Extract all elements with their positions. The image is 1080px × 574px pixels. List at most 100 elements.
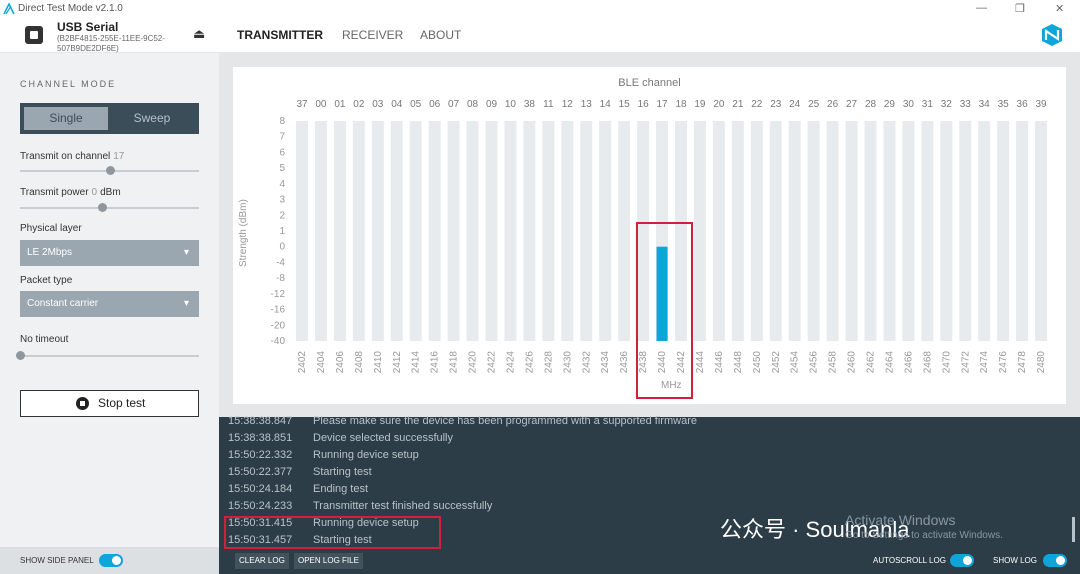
sweep-mode-button[interactable]: Sweep [110,107,194,130]
clear-log-button[interactable]: CLEAR LOG [235,553,289,569]
stop-test-button[interactable]: Stop test [20,390,199,417]
channel-bar-background [390,121,403,341]
frequency-tick-label: 2436 [619,351,630,374]
show-side-panel-toggle[interactable] [99,554,123,567]
transmit-channel-label: Transmit on channel 17 [20,151,124,162]
y-tick-label: 2 [279,210,285,221]
tab-receiver[interactable]: RECEIVER [342,28,403,42]
title-bar: Direct Test Mode v2.1.0 — ❐ ✕ [0,0,1080,18]
channel-bar-background [864,121,877,341]
y-tick-label: 5 [279,163,285,174]
transmit-channel-slider[interactable] [20,166,199,175]
channel-bar-background [485,121,498,341]
single-mode-button[interactable]: Single [24,107,108,130]
minimize-icon[interactable]: — [976,2,987,14]
app-logo-icon [3,3,15,15]
log-entry: 15:50:22.332 Running device setup [228,447,419,464]
channel-tick-label: 01 [334,99,346,110]
frequency-tick-label: 2432 [581,351,592,374]
log-timestamp: 15:50:22.377 [228,466,293,478]
channel-tick-label: 14 [600,99,612,110]
y-tick-label: -20 [271,320,286,331]
bottom-bar-left: SHOW SIDE PANEL [0,547,219,574]
channel-tick-label: 16 [638,99,650,110]
frequency-tick-label: 2468 [922,351,933,374]
channel-tick-label: 23 [770,99,782,110]
frequency-tick-label: 2480 [1036,351,1047,374]
channel-bar-background [296,121,308,341]
y-tick-label: -12 [271,289,286,300]
channel-bar-background [523,121,536,341]
channel-tick-label: 25 [808,99,820,110]
channel-bar-background [883,121,896,341]
timeout-label: No timeout [20,334,69,345]
frequency-tick-label: 2420 [468,351,479,374]
frequency-tick-label: 2472 [960,351,971,374]
y-tick-label: 6 [279,147,285,158]
channel-tick-label: 06 [429,99,441,110]
channel-tick-label: 04 [391,99,403,110]
transmit-power-slider[interactable] [20,203,199,212]
channel-tick-label: 07 [448,99,460,110]
transmit-power-handle[interactable] [98,203,108,212]
log-scrollbar[interactable] [1072,517,1075,542]
channel-tick-label: 38 [524,99,536,110]
frequency-tick-label: 2444 [695,351,706,374]
channel-tick-label: 27 [846,99,858,110]
autoscroll-log-toggle[interactable] [950,554,974,567]
log-message: Ending test [313,483,369,495]
channel-tick-label: 21 [732,99,744,110]
show-log-label: SHOW LOG [993,556,1038,565]
channel-bar-background [921,121,934,341]
channel-bar-background [693,121,706,341]
transmit-channel-value: 17 [113,151,125,162]
timeout-slider[interactable] [16,351,199,360]
channel-tick-label: 13 [581,99,593,110]
frequency-tick-label: 2418 [449,351,460,374]
frequency-tick-label: 2456 [809,351,820,374]
packet-type-value: Constant carrier [27,298,99,309]
channel-bar-background [731,121,744,341]
physical-layer-select[interactable]: LE 2Mbps ▾ [20,240,199,266]
frequency-tick-label: 2478 [1017,351,1028,374]
log-timestamp: 15:38:38.851 [228,432,293,444]
tab-about[interactable]: ABOUT [420,28,461,42]
channel-bar-background [902,121,915,341]
device-serial: (B2BF4815-255E-11EE-9C52-507B9DE2DF6E) [57,34,165,53]
active-channel-highlight [636,222,693,399]
channel-tick-label: 17 [656,99,668,110]
device-name[interactable]: USB Serial [57,20,118,34]
open-log-file-button[interactable]: OPEN LOG FILE [294,553,363,569]
y-tick-label: 3 [279,195,285,206]
device-chip-icon[interactable] [25,26,43,44]
frequency-tick-label: 2454 [790,351,801,374]
transmit-channel-handle[interactable] [105,166,115,175]
timeout-handle[interactable] [16,351,25,360]
channel-tick-label: 22 [751,99,763,110]
y-tick-label: 0 [279,242,285,253]
channel-bar-background [997,121,1010,341]
channel-bar-background [826,121,839,341]
activate-windows-subtitle: Go to Settings to activate Windows. [845,530,1003,541]
restore-icon[interactable]: ❐ [1015,2,1025,15]
channel-bar-background [788,121,801,341]
log-entry: 15:50:22.377 Starting test [228,464,372,481]
channel-tick-label: 32 [941,99,953,110]
channel-bar-background [1016,121,1029,341]
channel-bar-background [428,121,441,341]
tab-transmitter[interactable]: TRANSMITTER [237,28,323,42]
eject-icon[interactable]: ⏏ [193,26,205,42]
channel-bar-background [618,121,631,341]
channel-tick-label: 05 [410,99,422,110]
show-side-panel-label: SHOW SIDE PANEL [20,556,94,565]
close-icon[interactable]: ✕ [1055,2,1064,15]
channel-mode-toggle: Single Sweep [20,103,199,134]
channel-tick-label: 29 [884,99,896,110]
log-timestamp: 15:50:24.184 [228,483,293,495]
channel-bar-background [504,121,517,341]
show-log-toggle[interactable] [1043,554,1067,567]
frequency-tick-label: 2414 [411,351,422,374]
channel-tick-label: 10 [505,99,517,110]
physical-layer-label: Physical layer [20,223,82,234]
packet-type-select[interactable]: Constant carrier ▾ [20,291,199,317]
